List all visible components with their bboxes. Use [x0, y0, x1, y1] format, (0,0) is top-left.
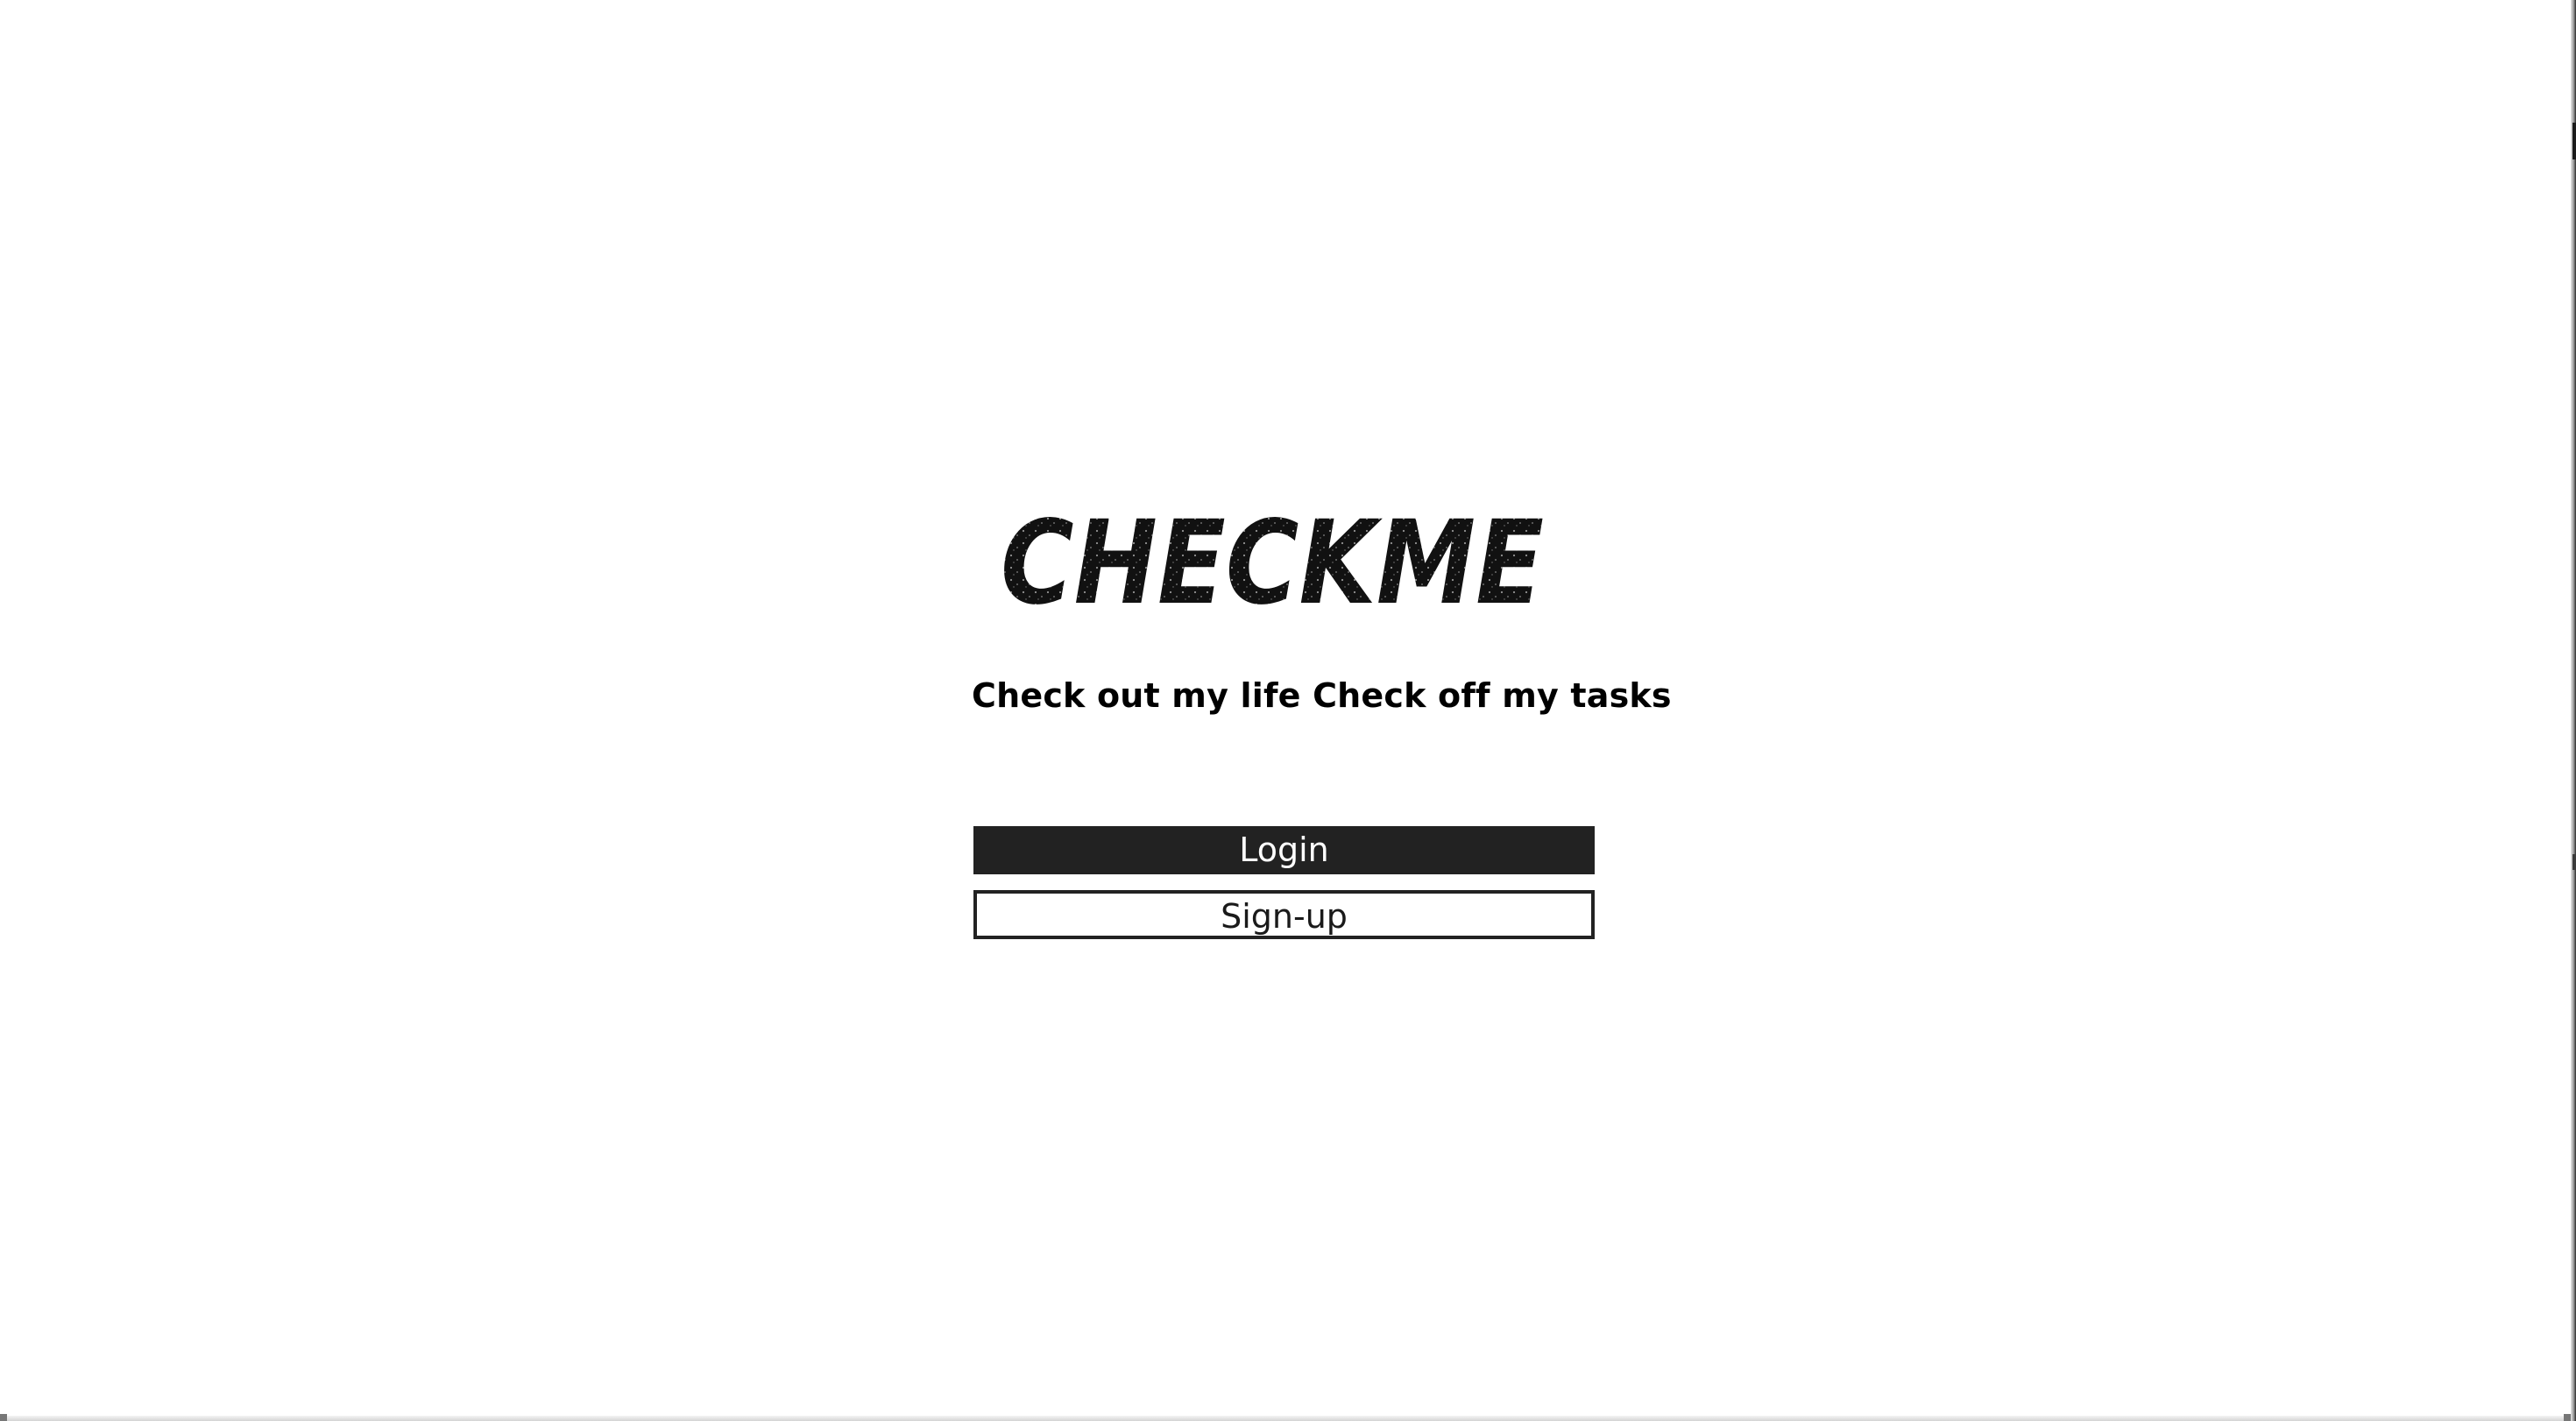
- brand-logo: CHECKME CHECKME: [996, 491, 1548, 622]
- signup-button[interactable]: Sign-up: [973, 890, 1595, 939]
- logo-graphic: CHECKME CHECKME: [1001, 496, 1544, 622]
- tagline: Check out my life Check off my tasks: [972, 676, 1672, 715]
- window-right-edge: [2571, 0, 2576, 1421]
- window-corner: [0, 1414, 7, 1421]
- login-button[interactable]: Login: [973, 826, 1595, 874]
- window-corner: [2564, 1414, 2571, 1421]
- window-edge-marker: [2572, 123, 2576, 159]
- window-edge-marker: [2572, 854, 2576, 870]
- logo-texture: CHECKME: [1001, 496, 1544, 622]
- landing-page: CHECKME CHECKME Check out my life Check …: [0, 0, 2576, 1421]
- window-bottom-edge: [0, 1416, 2571, 1421]
